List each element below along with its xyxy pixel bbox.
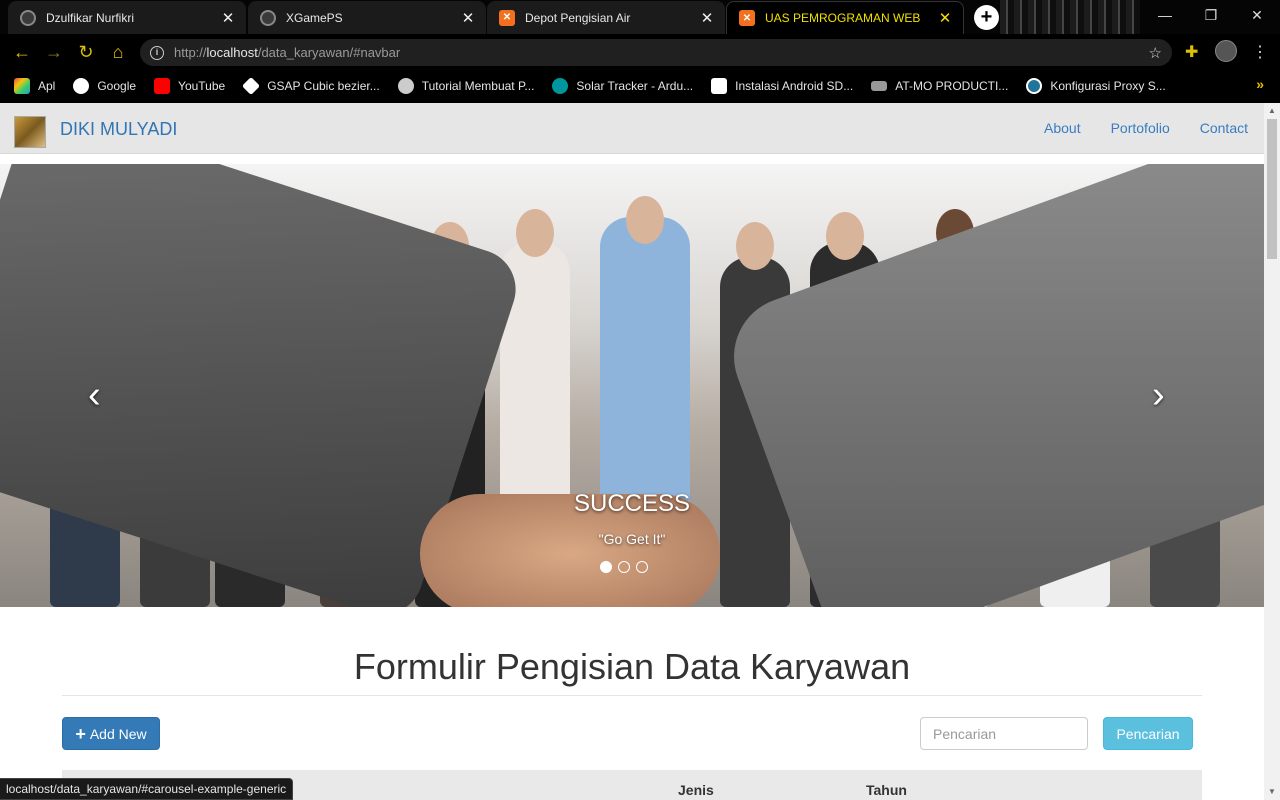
globe-icon	[20, 9, 36, 26]
xampp-icon: ✕	[499, 9, 515, 26]
add-new-button[interactable]: + Add New	[62, 717, 160, 750]
bookmark-apps[interactable]: Apl	[14, 78, 55, 94]
brand-name[interactable]: DIKI MULYADI	[60, 119, 177, 140]
bookmark-youtube[interactable]: YouTube	[154, 78, 225, 94]
bookmarks-bar: Apl Google YouTube GSAP Cubic bezier... …	[0, 69, 1280, 103]
carousel-caption-title: SUCCESS	[573, 490, 691, 517]
close-icon[interactable]: ✕	[460, 9, 476, 27]
tab-dzulfikar[interactable]: Dzulfikar Nurfikri ✕	[8, 1, 246, 34]
apps-icon	[14, 78, 30, 94]
url-path: /data_karyawan/#navbar	[257, 45, 401, 60]
close-icon[interactable]: ✕	[699, 9, 715, 27]
tab-label: Dzulfikar Nurfikri	[46, 10, 135, 25]
site-icon	[397, 78, 414, 94]
bookmark-tutorial[interactable]: Tutorial Membuat P...	[397, 78, 535, 94]
carousel-indicator[interactable]	[618, 561, 630, 573]
bookmark-label: GSAP Cubic bezier...	[267, 79, 380, 93]
url-prefix: http://	[174, 45, 207, 60]
bookmark-label: Apl	[38, 79, 56, 93]
info-icon[interactable]: i	[150, 45, 164, 60]
bookmark-gsap[interactable]: GSAP Cubic bezier...	[242, 76, 380, 96]
address-bar[interactable]: i http://localhost/data_karyawan/#navbar…	[140, 39, 1172, 66]
bookmark-label: YouTube	[178, 79, 226, 93]
web-page: DIKI MULYADI About Portofolio Contact ‹ …	[0, 103, 1264, 800]
column-header-jenis: Jenis	[678, 782, 714, 798]
bookmark-star-icon[interactable]: ☆	[1149, 44, 1162, 62]
site-icon	[871, 81, 888, 91]
carousel: ‹ › SUCCESS "Go Get It"	[0, 164, 1264, 607]
nav-link-contact[interactable]: Contact	[1200, 120, 1248, 136]
divider	[62, 695, 1202, 696]
bookmark-android[interactable]: Instalasi Android SD...	[711, 78, 853, 94]
theme-decoration	[1000, 0, 1140, 34]
scroll-down-icon[interactable]: ▼	[1264, 784, 1280, 800]
globe-icon	[260, 9, 276, 26]
bookmark-google[interactable]: Google	[73, 78, 136, 94]
carousel-next-icon[interactable]: ›	[1152, 374, 1165, 417]
codepen-icon	[242, 76, 261, 96]
minimize-icon[interactable]: —	[1142, 0, 1188, 30]
nav-links: About Portofolio Contact	[1044, 120, 1248, 136]
nav-link-about[interactable]: About	[1044, 120, 1081, 136]
profile-avatar[interactable]	[1215, 40, 1237, 62]
brand-logo[interactable]	[14, 116, 46, 148]
tab-depot[interactable]: ✕ Depot Pengisian Air ✕	[487, 1, 725, 34]
bookmark-solar[interactable]: Solar Tracker - Ardu...	[552, 78, 693, 94]
carousel-indicators	[600, 561, 648, 573]
site-navbar: DIKI MULYADI About Portofolio Contact	[0, 103, 1264, 154]
page-title: Formulir Pengisian Data Karyawan	[353, 646, 911, 687]
arduino-icon	[552, 78, 569, 94]
google-icon	[73, 78, 90, 94]
close-window-icon[interactable]: ✕	[1234, 0, 1280, 30]
bookmark-label: Tutorial Membuat P...	[421, 79, 535, 93]
reload-icon[interactable]: ↻	[76, 42, 96, 62]
tab-label: XGamePS	[286, 10, 343, 25]
browser-chrome: Dzulfikar Nurfikri ✕ XGamePS ✕ ✕ Depot P…	[0, 0, 1280, 103]
carousel-indicator[interactable]	[600, 561, 612, 573]
restore-icon[interactable]: ❐	[1188, 0, 1234, 30]
home-icon[interactable]: ⌂	[108, 42, 128, 62]
status-bar-url: localhost/data_karyawan/#carousel-exampl…	[0, 778, 294, 800]
tab-label: UAS PEMROGRAMAN WEB	[765, 11, 921, 25]
bookmark-proxy[interactable]: Konfigurasi Proxy S...	[1026, 78, 1166, 94]
close-icon[interactable]: ✕	[937, 9, 953, 27]
bookmark-label: Solar Tracker - Ardu...	[576, 79, 694, 93]
forward-icon[interactable]: →	[44, 42, 64, 62]
scroll-up-icon[interactable]: ▲	[1264, 103, 1280, 119]
wordpress-icon	[1026, 78, 1043, 94]
menu-icon[interactable]: ⋮	[1252, 42, 1268, 62]
tab-strip: Dzulfikar Nurfikri ✕ XGamePS ✕ ✕ Depot P…	[0, 0, 1280, 34]
tab-xgameps[interactable]: XGamePS ✕	[248, 1, 486, 34]
new-tab-button[interactable]: +	[974, 5, 999, 30]
bookmark-label: Konfigurasi Proxy S...	[1050, 79, 1166, 93]
xampp-icon: ✕	[739, 10, 755, 26]
carousel-caption-subtitle: "Go Get It"	[598, 531, 666, 547]
search-input[interactable]	[920, 717, 1088, 750]
bookmark-label: Instalasi Android SD...	[735, 79, 854, 93]
page-scrollbar[interactable]: ▲ ▼	[1264, 103, 1280, 800]
nav-link-portofolio[interactable]: Portofolio	[1111, 120, 1170, 136]
site-icon	[711, 78, 728, 94]
url-host: localhost	[206, 45, 258, 60]
youtube-icon	[154, 78, 171, 94]
bookmark-label: Google	[97, 79, 137, 93]
close-icon[interactable]: ✕	[220, 9, 236, 27]
scrollbar-thumb[interactable]	[1267, 119, 1277, 259]
carousel-prev-icon[interactable]: ‹	[88, 374, 101, 417]
bookmark-atmo[interactable]: AT-MO PRODUCTI...	[871, 79, 1008, 93]
back-icon[interactable]: ←	[12, 42, 32, 62]
tab-label: Depot Pengisian Air	[525, 10, 631, 25]
window-controls: — ❐ ✕	[1142, 0, 1280, 30]
plus-icon: +	[75, 723, 86, 744]
bookmark-label: AT-MO PRODUCTI...	[895, 79, 1009, 93]
carousel-indicator[interactable]	[636, 561, 648, 573]
column-header-tahun: Tahun	[866, 782, 907, 798]
extensions-icon[interactable]: ✚	[1185, 42, 1198, 62]
search-button[interactable]: Pencarian	[1103, 717, 1193, 750]
tab-uas[interactable]: ✕ UAS PEMROGRAMAN WEB ✕	[726, 1, 964, 34]
add-new-label: Add New	[89, 725, 147, 742]
more-bookmarks-icon[interactable]: »	[1256, 76, 1264, 92]
